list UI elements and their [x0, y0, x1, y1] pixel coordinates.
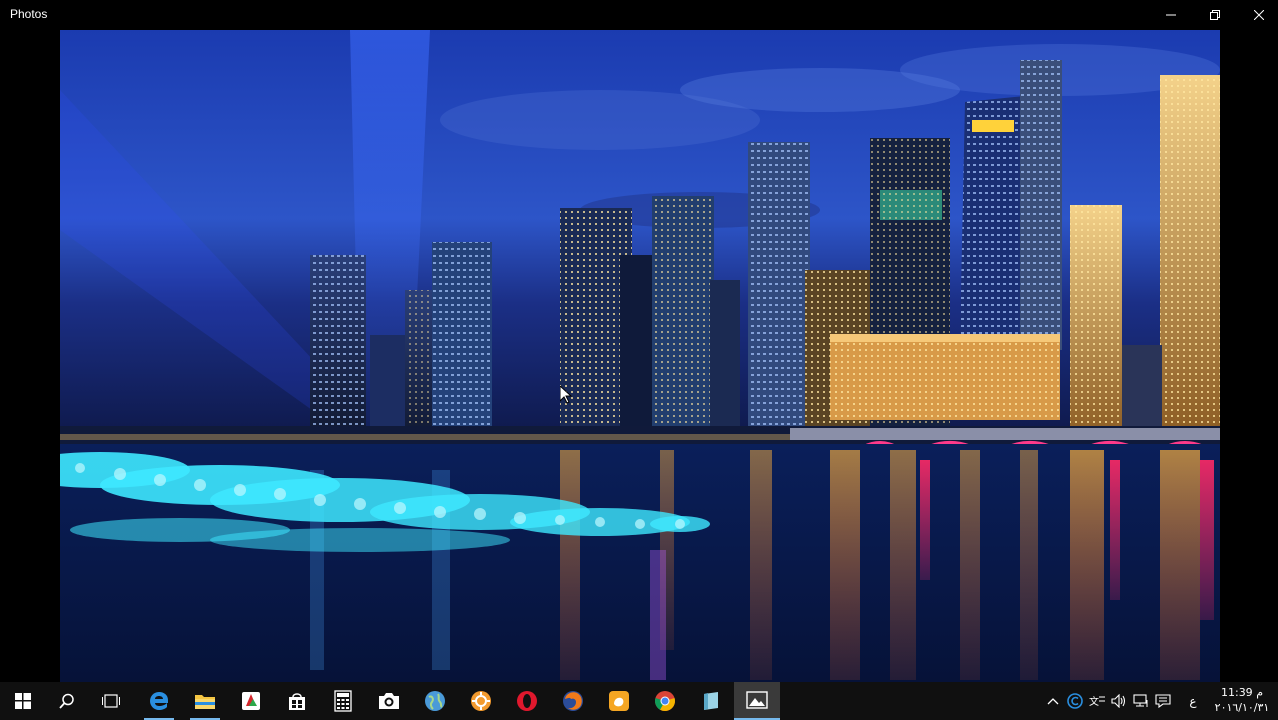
- keyboard-language-icon: 文: [1089, 695, 1105, 708]
- system-clock[interactable]: 11:39 م ٢٠١٦/١٠/٣١: [1210, 685, 1274, 715]
- minimize-button[interactable]: [1148, 0, 1194, 30]
- language-indicator[interactable]: ع: [1182, 682, 1204, 720]
- close-button[interactable]: [1236, 0, 1278, 30]
- clock-date: ٢٠١٦/١٠/٣١: [1214, 701, 1270, 714]
- city-skyline-photo: [60, 30, 1220, 682]
- media-app-button[interactable]: [228, 682, 274, 720]
- notes-app-button[interactable]: [688, 682, 734, 720]
- restore-button[interactable]: [1192, 0, 1238, 30]
- notes-icon: [704, 692, 718, 710]
- camera-icon: [379, 693, 399, 709]
- close-icon: [1254, 10, 1264, 20]
- opera-button[interactable]: [504, 682, 550, 720]
- file-explorer-button[interactable]: [182, 682, 228, 720]
- show-hidden-icons-button[interactable]: [1042, 682, 1064, 720]
- chrome-icon: [655, 691, 675, 712]
- media-icon: [242, 692, 260, 710]
- search-icon: [59, 693, 74, 709]
- tray-app-icon[interactable]: [1064, 682, 1086, 720]
- photo-canvas[interactable]: [60, 30, 1220, 682]
- uc-browser-button[interactable]: [596, 682, 642, 720]
- orange-app-button[interactable]: [458, 682, 504, 720]
- minimize-icon: [1166, 14, 1176, 16]
- store-button[interactable]: [274, 682, 320, 720]
- photos-app-window: Photos: [0, 0, 1278, 682]
- edge-button[interactable]: [136, 682, 182, 720]
- start-button[interactable]: [0, 682, 46, 720]
- window-title: Photos: [10, 7, 48, 21]
- task-view-icon: [102, 694, 120, 708]
- chevron-up-icon: [1047, 698, 1059, 705]
- input-method-icon[interactable]: 文: [1086, 682, 1108, 720]
- notification-icon: [1155, 694, 1171, 708]
- clock-time: 11:39 م: [1220, 686, 1263, 699]
- opera-icon: [517, 691, 537, 711]
- volume-button[interactable]: [1108, 682, 1130, 720]
- calculator-button[interactable]: [320, 682, 366, 720]
- restore-icon: [1210, 10, 1220, 20]
- uc-browser-icon: [609, 691, 629, 711]
- photos-button[interactable]: [734, 682, 780, 720]
- chrome-button[interactable]: [642, 682, 688, 720]
- gear-icon: [471, 691, 491, 711]
- store-icon: [289, 693, 305, 710]
- folder-icon: [195, 695, 215, 709]
- camera-button[interactable]: [366, 682, 412, 720]
- globe-icon: [425, 691, 445, 711]
- task-view-button[interactable]: [88, 682, 134, 720]
- windows-logo-icon: [15, 693, 31, 709]
- edge-icon: [150, 692, 168, 710]
- title-bar[interactable]: Photos: [0, 0, 1278, 30]
- action-center-button[interactable]: [1152, 682, 1174, 720]
- volume-icon: [1111, 694, 1126, 708]
- photos-icon: [746, 691, 768, 709]
- c-circle-icon: [1067, 693, 1083, 709]
- mouse-cursor-icon: [560, 386, 572, 404]
- globe-app-button[interactable]: [412, 682, 458, 720]
- network-button[interactable]: [1130, 682, 1152, 720]
- firefox-icon: [563, 691, 583, 711]
- calculator-icon: [334, 690, 352, 712]
- search-button[interactable]: [44, 682, 90, 720]
- firefox-button[interactable]: [550, 682, 596, 720]
- network-icon: [1133, 694, 1148, 707]
- taskbar: 文 ع 11:39 م ٢٠١٦/١٠/٣١: [0, 682, 1278, 720]
- svg-text:文: 文: [1089, 695, 1099, 708]
